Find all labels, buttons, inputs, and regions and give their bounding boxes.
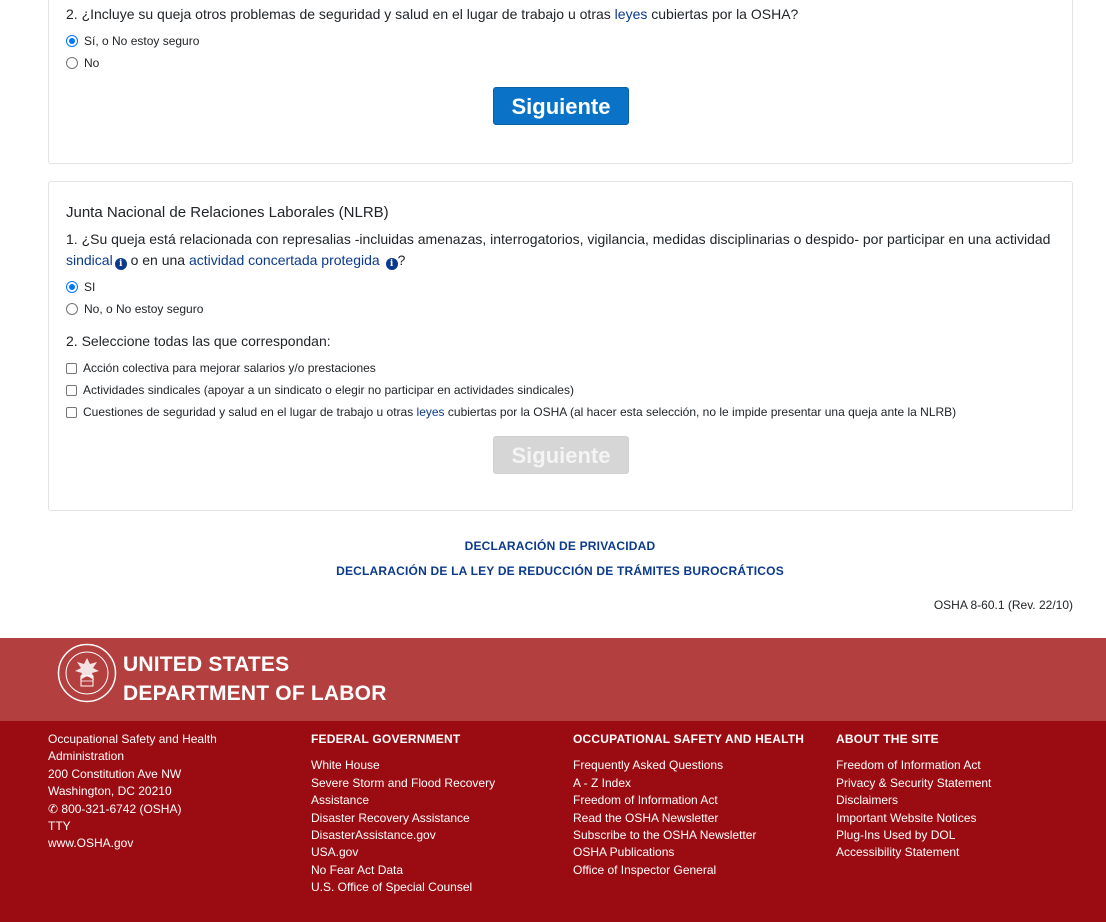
form-revision: OSHA 8-60.1 (Rev. 22/10) <box>933 598 1073 612</box>
next-button-disabled[interactable]: Siguiente <box>493 436 629 474</box>
footer-link[interactable]: A - Z Index <box>573 775 804 792</box>
section-title: Junta Nacional de Relaciones Laborales (… <box>66 204 389 221</box>
checkbox-collective-action[interactable]: Acción colectiva para mejorar salarios y… <box>66 361 376 375</box>
osha-question-panel: 2. ¿Incluye su queja otros problemas de … <box>48 0 1073 164</box>
footer-link[interactable]: U.S. Office of Special Counsel <box>311 879 495 896</box>
checkbox-union-activities[interactable]: Actividades sindicales (apoyar a un sind… <box>66 383 574 397</box>
footer-link[interactable]: Frequently Asked Questions <box>573 757 804 774</box>
nlrb-question-panel: Junta Nacional de Relaciones Laborales (… <box>48 181 1073 511</box>
footer-link[interactable]: White House <box>311 757 495 774</box>
footer-federal-government: FEDERAL GOVERNMENT White House Severe St… <box>311 731 495 897</box>
footer-link[interactable]: Subscribe to the OSHA Newsletter <box>573 827 804 844</box>
checkbox[interactable] <box>66 384 77 396</box>
radio-button-checked[interactable] <box>66 35 78 47</box>
radio-option-si[interactable]: SI <box>66 280 95 294</box>
footer-link[interactable]: Plug-Ins Used by DOL <box>836 827 991 844</box>
footer-link[interactable]: Disaster Recovery Assistance <box>311 810 495 827</box>
footer-heading: OCCUPATIONAL SAFETY AND HEALTH <box>573 732 805 746</box>
footer-link[interactable]: OSHA Publications <box>573 844 804 861</box>
dol-seal-icon[interactable] <box>57 643 117 703</box>
dol-brand-band: UNITED STATES DEPARTMENT OF LABOR <box>0 638 1106 721</box>
footer-link[interactable]: Assistance <box>311 792 495 809</box>
checkbox[interactable] <box>66 362 77 374</box>
checkbox-safety-health[interactable]: Cuestiones de seguridad y salud en el lu… <box>66 405 956 419</box>
footer-address: Occupational Safety and Health Administr… <box>48 731 217 853</box>
site-footer: Occupational Safety and Health Administr… <box>0 721 1106 922</box>
footer-link[interactable]: DisasterAssistance.gov <box>311 827 495 844</box>
tty-link[interactable]: TTY <box>48 818 217 835</box>
question-1-nlrb: 1. ¿Su queja está relacionada con repres… <box>66 231 1051 270</box>
leyes-link[interactable]: leyes <box>615 6 648 22</box>
footer-link[interactable]: Freedom of Information Act <box>573 792 804 809</box>
footer-link[interactable]: Privacy & Security Statement <box>836 775 991 792</box>
next-button[interactable]: Siguiente <box>493 87 629 125</box>
info-icon[interactable]: i <box>114 258 127 270</box>
radio-button-checked[interactable] <box>66 281 78 293</box>
footer-link[interactable]: Disclaimers <box>836 792 991 809</box>
protected-activity-link[interactable]: actividad concertada protegida <box>189 252 380 268</box>
footer-link[interactable]: No Fear Act Data <box>311 862 495 879</box>
footer-link[interactable]: Important Website Notices <box>836 810 991 827</box>
radio-option-yes-unsure[interactable]: Sí, o No estoy seguro <box>66 34 199 48</box>
footer-link[interactable]: Severe Storm and Flood Recovery <box>311 775 495 792</box>
sindical-link[interactable]: sindical <box>66 252 113 268</box>
footer-link[interactable]: Accessibility Statement <box>836 844 991 861</box>
leyes-link[interactable]: leyes <box>417 405 445 419</box>
radio-option-no[interactable]: No <box>66 56 99 70</box>
dol-wordmark[interactable]: UNITED STATES DEPARTMENT OF LABOR <box>123 650 387 708</box>
checkbox[interactable] <box>66 406 77 418</box>
footer-link[interactable]: Office of Inspector General <box>573 862 804 879</box>
footer-heading: ABOUT THE SITE <box>836 732 939 746</box>
radio-button[interactable] <box>66 303 78 315</box>
question-2-nlrb: 2. Seleccione todas las que correspondan… <box>66 333 331 349</box>
footer-link[interactable]: Read the OSHA Newsletter <box>573 810 804 827</box>
radio-option-no-unsure[interactable]: No, o No estoy seguro <box>66 302 203 316</box>
radio-button[interactable] <box>66 57 78 69</box>
footer-heading: FEDERAL GOVERNMENT <box>311 732 461 746</box>
phone-icon: ✆ <box>48 801 59 816</box>
info-icon[interactable]: i <box>385 258 398 270</box>
footer-link[interactable]: Freedom of Information Act <box>836 757 991 774</box>
osha-gov-link[interactable]: www.OSHA.gov <box>48 835 217 852</box>
paperwork-reduction-link[interactable]: DECLARACIÓN DE LA LEY DE REDUCCIÓN DE TR… <box>0 564 1106 578</box>
privacy-statement-link[interactable]: DECLARACIÓN DE PRIVACIDAD <box>0 539 1106 553</box>
footer-link[interactable]: USA.gov <box>311 844 495 861</box>
question-2-osha: 2. ¿Incluye su queja otros problemas de … <box>66 6 799 22</box>
footer-osha: OCCUPATIONAL SAFETY AND HEALTH Frequentl… <box>573 731 804 879</box>
footer-about-site: ABOUT THE SITE Freedom of Information Ac… <box>836 731 991 862</box>
